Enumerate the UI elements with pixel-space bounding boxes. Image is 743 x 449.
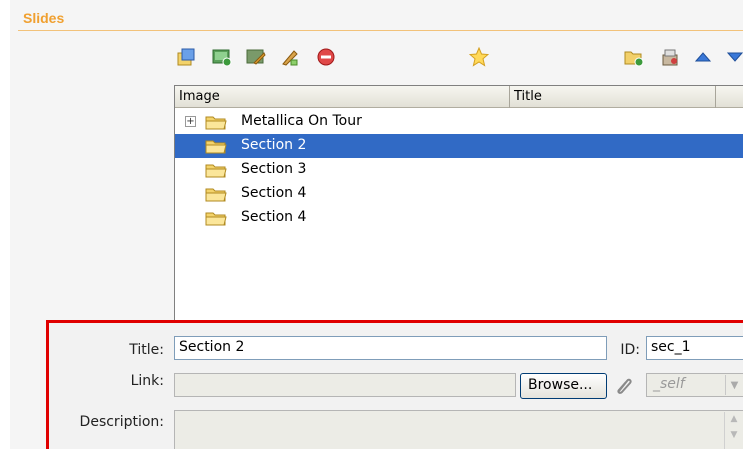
chevron-down-icon[interactable]: ▼ — [725, 375, 743, 395]
title-divider — [18, 30, 743, 31]
column-header-title[interactable]: Title — [510, 86, 716, 108]
tree-row[interactable]: Section 4 — [175, 182, 743, 206]
description-scrollbar[interactable]: ▲ ▼ — [724, 412, 743, 449]
title-label: Title: — [129, 342, 164, 358]
title-input[interactable]: Section 2 — [174, 336, 607, 360]
add-slide-icon[interactable] — [176, 47, 196, 67]
properties-icon[interactable] — [280, 47, 300, 67]
folder-icon — [205, 209, 227, 231]
link-input[interactable] — [174, 373, 516, 397]
column-header-image[interactable]: Image — [175, 86, 510, 108]
tree-row-label: Section 4 — [241, 185, 307, 201]
import-icon[interactable] — [660, 47, 680, 67]
description-label: Description: — [79, 414, 164, 430]
new-folder-icon[interactable] — [624, 47, 644, 67]
tree-row-label: Section 3 — [241, 161, 307, 177]
browse-button[interactable]: Browse... — [520, 373, 607, 399]
tree-row[interactable]: Section 3 — [175, 158, 743, 182]
tree-row-label: Section 2 — [241, 137, 307, 153]
folder-icon — [205, 137, 227, 159]
tree-row-label: Metallica On Tour — [241, 113, 362, 129]
favorite-star-icon[interactable] — [469, 47, 489, 67]
target-select[interactable]: _self ▼ — [646, 373, 743, 397]
scroll-down-icon[interactable]: ▼ — [725, 430, 743, 440]
tree-row[interactable]: Section 4 — [175, 206, 743, 230]
folder-icon — [205, 161, 227, 183]
id-input[interactable]: sec_1 — [646, 336, 743, 360]
move-down-icon[interactable] — [725, 47, 743, 67]
description-textarea[interactable] — [174, 410, 743, 449]
expand-icon[interactable]: + — [185, 116, 196, 127]
tree-row-label: Section 4 — [241, 209, 307, 225]
link-label: Link: — [130, 373, 164, 389]
tree-row-selected[interactable]: Section 2 — [175, 134, 743, 158]
folder-icon — [205, 185, 227, 207]
panel-title: Slides — [23, 10, 65, 26]
scroll-up-icon[interactable]: ▲ — [725, 414, 743, 424]
target-select-value: _self — [653, 376, 685, 392]
folder-icon — [205, 113, 227, 135]
slides-tree[interactable]: Image Title + Metallica On Tour Section … — [174, 85, 743, 325]
tree-row[interactable]: + Metallica On Tour — [175, 110, 743, 134]
id-label: ID: — [620, 342, 640, 358]
edit-slide-icon[interactable] — [246, 47, 266, 67]
add-image-icon[interactable] — [212, 47, 232, 67]
attachment-icon[interactable] — [613, 375, 633, 395]
move-up-icon[interactable] — [693, 47, 713, 67]
delete-icon[interactable] — [316, 47, 336, 67]
tree-header: Image Title — [175, 86, 743, 108]
